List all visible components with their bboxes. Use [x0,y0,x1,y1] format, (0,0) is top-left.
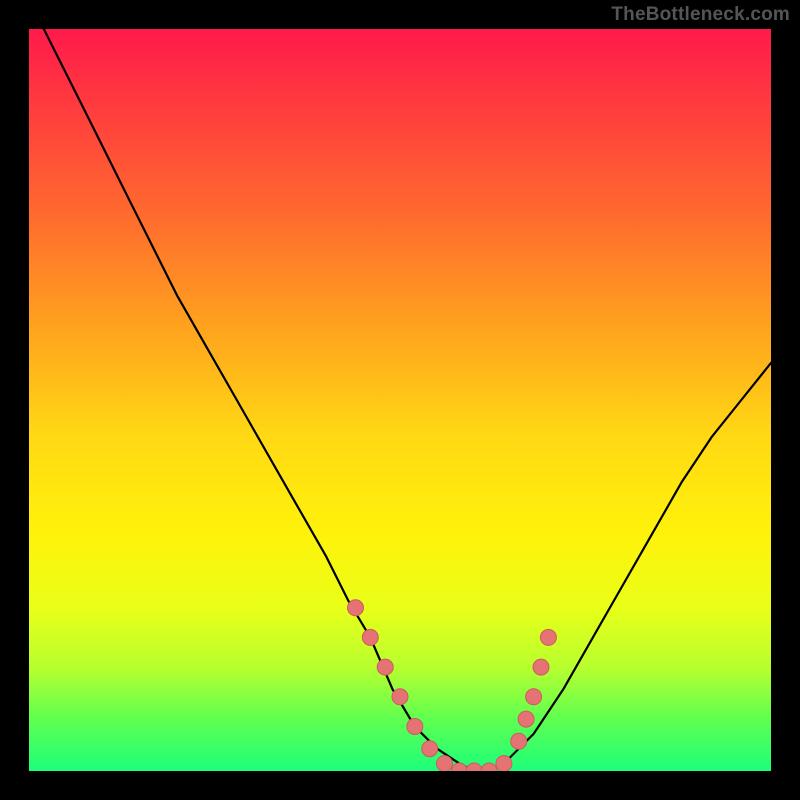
marker-group [348,600,557,771]
marker-point [518,711,534,727]
marker-point [481,763,497,771]
marker-point [348,600,364,616]
marker-point [407,719,423,735]
marker-point [362,629,378,645]
marker-point [451,763,467,771]
marker-point [422,741,438,757]
marker-point [540,629,556,645]
marker-point [511,733,527,749]
marker-point [526,689,542,705]
bottleneck-curve [44,29,771,771]
marker-point [533,659,549,675]
marker-point [466,763,482,771]
marker-point [496,756,512,771]
chart-svg [29,29,771,771]
marker-point [377,659,393,675]
marker-point [392,689,408,705]
watermark-label: TheBottleneck.com [611,4,790,26]
chart-stage: TheBottleneck.com [0,0,800,800]
plot-area [29,29,771,771]
marker-point [437,756,453,771]
